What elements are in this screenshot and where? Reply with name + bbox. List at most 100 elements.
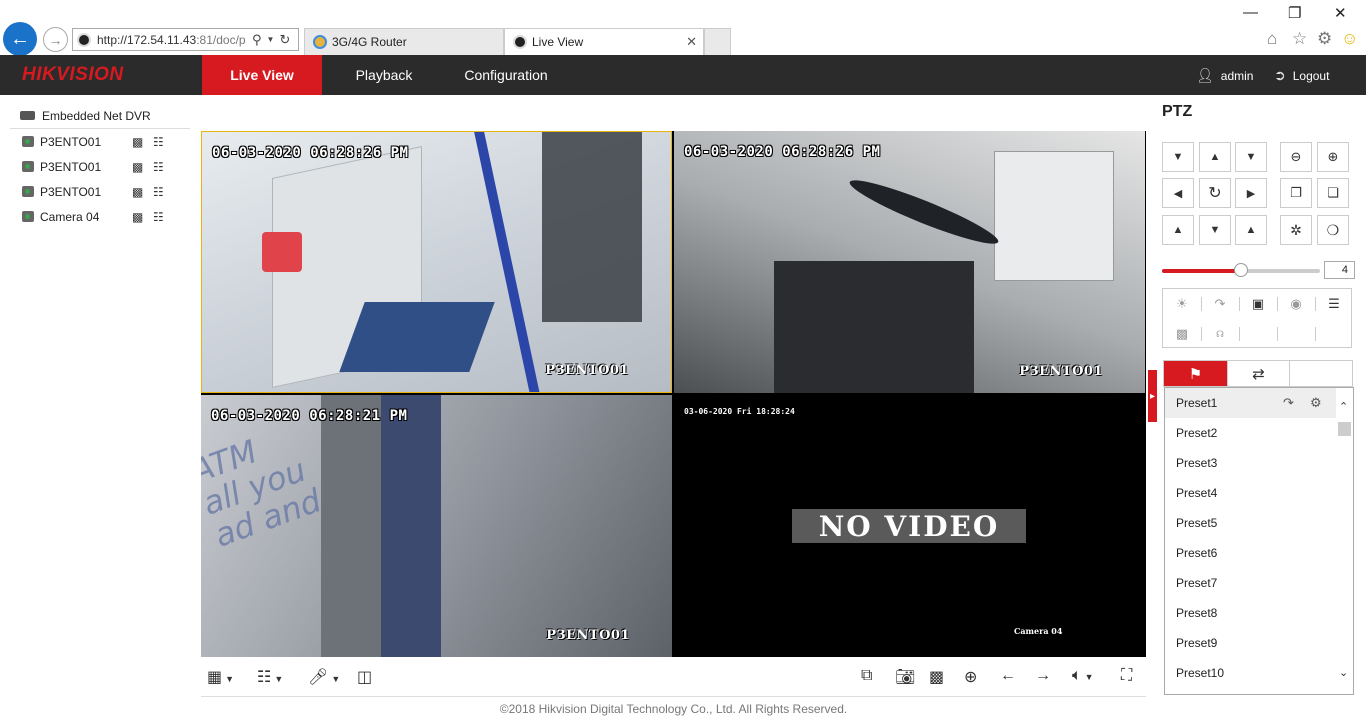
ptz-down-right-button[interactable]: ▲ [1235, 215, 1267, 245]
preset-item[interactable]: Preset2 [1165, 418, 1336, 448]
record-icon[interactable]: ▩ [132, 135, 143, 149]
record-icon[interactable]: ▩ [132, 160, 143, 174]
ptz-auto-scan-button[interactable]: ↻ [1199, 178, 1231, 208]
preset-item[interactable]: Preset4 [1165, 478, 1336, 508]
preset-item[interactable]: Preset9 [1165, 628, 1336, 658]
preset-scrollbar[interactable]: ⌃ ⌄ [1336, 388, 1353, 694]
home-icon[interactable]: ⌂ [1267, 29, 1277, 49]
scroll-down-icon[interactable]: ⌄ [1339, 666, 1348, 679]
volume-button[interactable]: 🔈︎ ▼ [1072, 667, 1094, 685]
iris-open-button[interactable]: ✲ [1280, 215, 1312, 245]
refresh-icon[interactable]: ↻ [279, 32, 290, 48]
preset-item[interactable]: Preset7 [1165, 568, 1336, 598]
search-icon[interactable]: ⚲ [252, 32, 262, 48]
ptz-down-button[interactable]: ▼ [1199, 215, 1231, 245]
digital-zoom-button[interactable]: ⊕ [964, 667, 977, 687]
speed-slider-handle[interactable] [1234, 263, 1248, 277]
restore-icon[interactable]: ❐ [1288, 4, 1301, 22]
ptz-speed-slider[interactable] [1162, 263, 1320, 277]
minimize-icon[interactable]: — [1243, 4, 1258, 21]
ptz-up-button[interactable]: ▲ [1199, 142, 1231, 172]
stream-type-icon[interactable]: ☷ [153, 135, 164, 149]
record-icon[interactable]: ▩ [132, 185, 143, 199]
tab-presets[interactable]: ⚑ [1164, 361, 1227, 386]
close-window-icon[interactable]: ✕ [1334, 4, 1347, 22]
focus-near-button[interactable]: ❐ [1280, 178, 1312, 208]
hikvision-logo: HIKVISION [22, 64, 124, 85]
iris-close-button[interactable]: ❍ [1317, 215, 1349, 245]
ptz-right-button[interactable]: ▶ [1235, 178, 1267, 208]
ptz-left-button[interactable]: ◀ [1162, 178, 1194, 208]
stream-type-icon[interactable]: ☷ [153, 210, 164, 224]
set-preset-gear-icon[interactable]: ⚙ [1310, 395, 1322, 411]
wiper-button[interactable]: ↷ [1201, 289, 1239, 319]
preset-item[interactable]: Preset8 [1165, 598, 1336, 628]
scroll-up-icon[interactable]: ⌃ [1339, 400, 1348, 413]
zoom-out-button[interactable]: ⊖ [1280, 142, 1312, 172]
nav-configuration[interactable]: Configuration [450, 55, 562, 95]
next-page-button[interactable]: → [1035, 667, 1051, 685]
tab-patrol[interactable]: ⇄ [1227, 361, 1290, 386]
address-bar[interactable]: http://172.54.11.43:81/doc/p ⚲ ▼ ↻ [72, 28, 299, 51]
focus-far-button[interactable]: ❏ [1317, 178, 1349, 208]
dropdown-icon[interactable]: ▼ [267, 35, 275, 44]
ptz-up-right-button[interactable]: ▼ [1235, 142, 1267, 172]
forward-button[interactable]: → [43, 27, 68, 52]
preset-item[interactable]: Preset5 [1165, 508, 1336, 538]
manual-tracking-button[interactable]: ▩ [1163, 319, 1201, 349]
light-button[interactable]: ☀ [1163, 289, 1201, 319]
window-layout-button[interactable]: ▦ ▼ [207, 667, 234, 687]
previous-page-button[interactable]: ← [1000, 667, 1016, 685]
stream-type-icon[interactable]: ☷ [153, 185, 164, 199]
nav-live-view[interactable]: Live View [202, 55, 322, 95]
3d-positioning-button[interactable]: ☊ [1201, 319, 1239, 349]
collapse-panel-button[interactable]: ▸ [1148, 370, 1157, 422]
camera-node-2[interactable]: P3ENTO01 ▩ ☷ [10, 154, 190, 179]
ie-icon [313, 35, 327, 49]
camera-node-1[interactable]: P3ENTO01 ▩ ☷ [10, 129, 190, 154]
video-window-3[interactable]: ATM all you ad and 06-03-2020 06:28:21 P… [201, 395, 672, 657]
video-window-2[interactable]: 06-03-2020 06:28:26 PM P3ENTO01 [674, 131, 1145, 393]
menu-button[interactable]: ☰ [1315, 289, 1353, 319]
address-url[interactable]: http://172.54.11.43:81/doc/p [97, 33, 247, 47]
close-tab-icon[interactable]: ✕ [686, 34, 697, 50]
browser-tab-router[interactable]: 3G/4G Router [304, 28, 504, 55]
nav-playback[interactable]: Playback [336, 55, 432, 95]
lens-init-button[interactable]: ◉ [1277, 289, 1315, 319]
favorites-star-icon[interactable]: ☆ [1292, 29, 1307, 49]
dvr-node[interactable]: Embedded Net DVR [10, 103, 190, 129]
back-button[interactable]: ← [3, 22, 37, 56]
fullscreen-button[interactable]: ⛶ [1121, 667, 1132, 685]
camera-node-4[interactable]: Camera 04 ▩ ☷ [10, 204, 190, 229]
stream-type-icon[interactable]: ☷ [153, 160, 164, 174]
browser-tab-live-view[interactable]: Live View ✕ [504, 28, 704, 55]
camera-node-3[interactable]: P3ENTO01 ▩ ☷ [10, 179, 190, 204]
preset-item[interactable]: Preset10 [1165, 658, 1336, 688]
stream-type-button[interactable]: ☷ ▼ [257, 667, 283, 687]
arrow-up-right-icon: ▼ [1245, 151, 1257, 163]
scrollbar-thumb[interactable] [1338, 422, 1351, 436]
arrow-left-icon: ← [10, 27, 30, 50]
camera-icon [22, 211, 34, 222]
video-settings-button[interactable]: ◫ [357, 667, 372, 687]
new-tab-button[interactable] [704, 28, 731, 55]
settings-gear-icon[interactable]: ⚙ [1317, 29, 1332, 49]
video-window-4[interactable]: 03-06-2020 Fri 18:28:24 NO VIDEO Camera … [674, 395, 1145, 657]
logout-button[interactable]: ➲ Logout [1274, 67, 1329, 84]
preset-item[interactable]: Preset3 [1165, 448, 1336, 478]
capture-button[interactable]: 📷︎ [895, 667, 915, 687]
user-menu[interactable]: 👤︎ admin [1196, 67, 1253, 84]
ptz-down-left-button[interactable]: ▲ [1162, 215, 1194, 245]
ptz-up-left-button[interactable]: ▼ [1162, 142, 1194, 172]
stop-all-button[interactable]: ⧉ [861, 667, 872, 685]
record-icon[interactable]: ▩ [132, 210, 143, 224]
aux-focus-button[interactable]: ▣ [1239, 289, 1277, 319]
audio-button[interactable]: 🎤︎ ▼ [308, 667, 340, 687]
preset-item[interactable]: Preset1 ↷ ⚙ [1165, 388, 1336, 418]
preset-item[interactable]: Preset6 [1165, 538, 1336, 568]
call-preset-icon[interactable]: ↷ [1283, 395, 1294, 411]
zoom-in-button[interactable]: ⊕ [1317, 142, 1349, 172]
video-window-1[interactable]: 06-03-2020 06:28:26 PM P3ENTO01 [201, 131, 672, 393]
smiley-feedback-icon[interactable]: ☺ [1341, 29, 1358, 49]
record-all-button[interactable]: ▩ [929, 667, 944, 687]
